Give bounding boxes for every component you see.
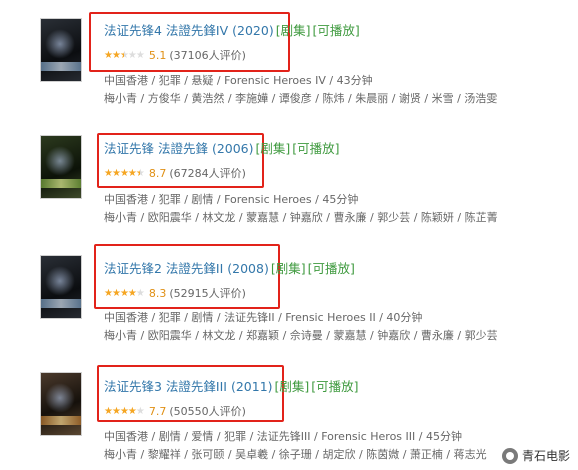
- poster-image[interactable]: [40, 18, 82, 82]
- result-item-2: 法证先锋 法證先鋒 (2006) [剧集] [可播放] ★★★★★ 8.7 (67284…: [0, 118, 578, 234]
- rating-score: 5.1: [148, 49, 167, 62]
- tag-playable[interactable]: [可播放]: [312, 23, 359, 38]
- star-icon: ★: [104, 288, 113, 299]
- meta-info: 中国香港 / 犯罪 / 剧情 / Forensic Heroes / 45分钟: [104, 193, 359, 206]
- star-icon: ★: [119, 288, 129, 299]
- star-icon: ★: [135, 288, 145, 299]
- star-icon: ★: [135, 168, 145, 179]
- star-icon: ★: [135, 406, 145, 417]
- rating-count: (37106人评价): [169, 49, 246, 62]
- meta-info: 中国香港 / 犯罪 / 剧情 / 法证先锋II / Frensic Heroes…: [104, 311, 423, 324]
- star-icon: ★: [127, 168, 137, 179]
- star-icon: ★: [104, 50, 113, 61]
- tag-series[interactable]: [剧集]: [276, 23, 311, 38]
- watermark: 青石电影: [501, 447, 570, 464]
- meta-info: 中国香港 / 剧情 / 爱情 / 犯罪 / 法证先锋III / Forensic…: [104, 430, 462, 443]
- star-icon: ★: [104, 406, 113, 417]
- rating-score: 8.3: [148, 287, 167, 300]
- result-item-4: 法证先锋3 法證先鋒III (2011) [剧集] [可播放] ★★★★★ 7.7 (5…: [0, 354, 578, 470]
- tag-series[interactable]: [剧集]: [275, 379, 310, 394]
- star-icon: ★: [135, 50, 145, 61]
- star-icon: ★: [119, 50, 129, 61]
- result-item-1: 法证先锋4 法證先鋒IV (2020) [剧集] [可播放] ★★★★★ 5.1 (37…: [0, 0, 578, 116]
- rating-count: (50550人评价): [169, 405, 246, 418]
- meta-cast: 梅小青 / 欧阳震华 / 林文龙 / 蒙嘉慧 / 钟嘉欣 / 曹永廉 / 郭少芸…: [104, 211, 498, 224]
- star-icon: ★: [104, 168, 113, 179]
- meta-info: 中国香港 / 犯罪 / 悬疑 / Forensic Heroes IV / 43…: [104, 74, 373, 87]
- title-link[interactable]: 法证先锋3 法證先鋒III (2011): [104, 379, 273, 394]
- watermark-logo-icon: [501, 447, 518, 464]
- rating-count: (52915人评价): [169, 287, 246, 300]
- star-icon: ★: [119, 406, 129, 417]
- rating-stars: ★★★★★: [104, 50, 145, 62]
- star-icon: ★: [127, 406, 137, 417]
- meta-cast: 梅小青 / 黎耀祥 / 张可颐 / 吴卓羲 / 徐子珊 / 胡定欣 / 陈茵媺 …: [104, 448, 487, 461]
- tag-playable[interactable]: [可播放]: [311, 379, 358, 394]
- poster-image[interactable]: [40, 255, 82, 319]
- rating-score: 8.7: [148, 167, 167, 180]
- poster-image[interactable]: [40, 372, 82, 436]
- rating-stars: ★★★★★: [104, 406, 145, 418]
- star-icon: ★: [111, 50, 121, 61]
- tag-series[interactable]: [剧集]: [271, 261, 306, 276]
- star-icon: ★: [111, 168, 121, 179]
- result-item-3: 法证先锋2 法證先鋒II (2008) [剧集] [可播放] ★★★★★ 8.3 (52…: [0, 236, 578, 352]
- star-icon: ★: [127, 288, 137, 299]
- poster-image[interactable]: [40, 135, 82, 199]
- watermark-text: 青石电影: [521, 449, 570, 463]
- star-icon: ★: [119, 168, 129, 179]
- star-icon: ★: [111, 406, 121, 417]
- meta-cast: 梅小青 / 方俊华 / 黄浩然 / 李施嬅 / 谭俊彦 / 陈炜 / 朱晨丽 /…: [104, 92, 498, 105]
- rating-score: 7.7: [148, 405, 167, 418]
- tag-playable[interactable]: [可播放]: [308, 261, 355, 276]
- tag-playable[interactable]: [可播放]: [292, 141, 339, 156]
- title-link[interactable]: 法证先锋 法證先鋒 (2006): [104, 141, 254, 156]
- rating-count: (67284人评价): [169, 167, 246, 180]
- title-link[interactable]: 法证先锋4 法證先鋒IV (2020): [104, 23, 274, 38]
- tag-series[interactable]: [剧集]: [256, 141, 291, 156]
- rating-stars: ★★★★★: [104, 168, 145, 180]
- star-icon: ★: [111, 288, 121, 299]
- star-icon: ★: [127, 50, 137, 61]
- meta-cast: 梅小青 / 欧阳震华 / 林文龙 / 郑嘉颖 / 佘诗曼 / 蒙嘉慧 / 钟嘉欣…: [104, 329, 498, 342]
- title-link[interactable]: 法证先锋2 法證先鋒II (2008): [104, 261, 269, 276]
- rating-stars: ★★★★★: [104, 288, 145, 300]
